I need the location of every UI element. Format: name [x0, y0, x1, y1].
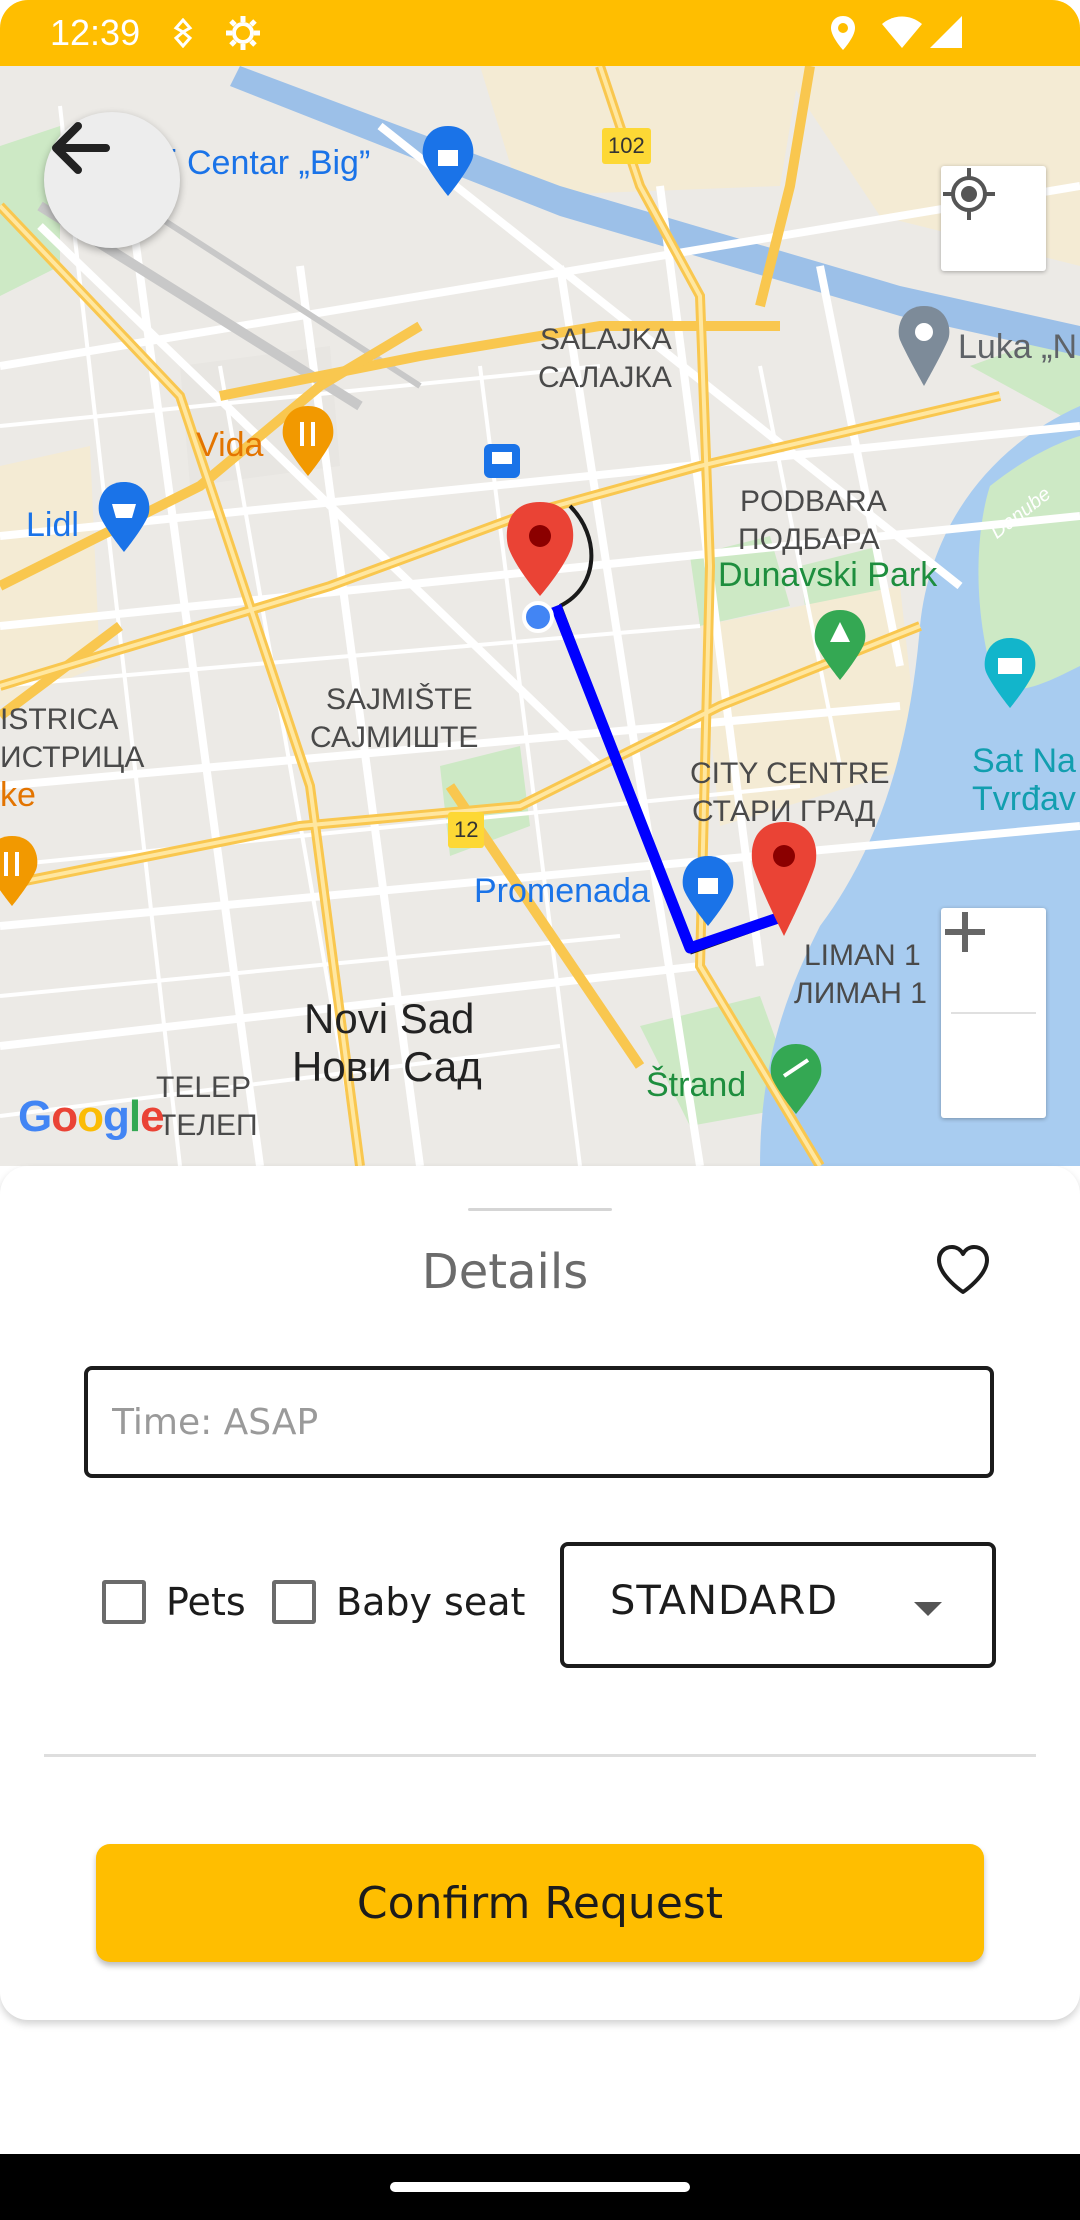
- map-label-ke: ke: [0, 776, 36, 814]
- my-location-button[interactable]: [941, 166, 1046, 271]
- map-label-novi-sad-cyr: Нови Сад: [292, 1043, 482, 1090]
- map-label-sajmiste-cyr: САЈМИШТЕ: [310, 721, 479, 754]
- map-label-liman-cyr: ЛИМАН 1: [794, 977, 927, 1010]
- road-sign-102: 102: [602, 128, 651, 164]
- zoom-controls: [941, 908, 1046, 1118]
- favorite-heart-icon[interactable]: [934, 1242, 992, 1300]
- system-nav-bar: [0, 2154, 1080, 2220]
- map-label-telep: TELEP: [156, 1071, 252, 1104]
- baby-seat-checkbox-group[interactable]: Baby seat: [272, 1580, 525, 1624]
- sheet-title: Details: [421, 1244, 589, 1300]
- drag-handle[interactable]: [468, 1208, 612, 1211]
- dropdown-arrow-icon: [914, 1602, 942, 1616]
- map-view[interactable]: i Centar „Big” Luka „N SALAJKA САЛАЈКА V…: [0, 66, 1080, 1166]
- confirm-request-button[interactable]: Confirm Request: [96, 1844, 984, 1962]
- status-time: 12:39: [50, 12, 141, 53]
- map-label-bistrica-cyr: ИСТРИЦА: [0, 741, 145, 774]
- map-label-tvrdjava: Tvrđav: [972, 780, 1076, 818]
- map-label-podbara-cyr: ПОДБАРА: [738, 523, 880, 556]
- pets-checkbox-group[interactable]: Pets: [102, 1580, 246, 1624]
- map-label-salajka-cyr: САЛАЈКА: [538, 361, 672, 394]
- status-bar: 12:39: [0, 0, 1080, 66]
- map-label-dunavski-park: Dunavski Park: [718, 556, 938, 594]
- google-attribution: Google: [18, 1092, 165, 1141]
- map-label-promenada: Promenada: [474, 872, 650, 910]
- minus-icon: [945, 929, 985, 935]
- train-station-icon: [484, 444, 520, 478]
- home-gesture-handle[interactable]: [390, 2182, 690, 2192]
- map-label-novi-sad: Novi Sad: [304, 995, 475, 1042]
- back-button[interactable]: [44, 112, 180, 248]
- map-label-podbara: PODBARA: [740, 485, 887, 518]
- map-label-liman: LIMAN 1: [804, 939, 921, 972]
- map-label-vida: Vida: [196, 426, 264, 464]
- map-label-salajka: SALAJKA: [540, 323, 672, 356]
- baby-seat-label: Baby seat: [336, 1580, 526, 1624]
- pets-label: Pets: [166, 1580, 246, 1624]
- vehicle-type-select[interactable]: STANDARD: [560, 1542, 996, 1668]
- map-label-sajmiste: SAJMIŠTE: [326, 683, 473, 716]
- activity-icon: [173, 18, 193, 48]
- pets-checkbox[interactable]: [102, 1580, 146, 1624]
- vehicle-type-value: STANDARD: [610, 1578, 839, 1624]
- map-label-luka: Luka „N: [958, 328, 1078, 366]
- map-label-strand: Štrand: [646, 1066, 747, 1104]
- arrow-left-icon: [52, 122, 110, 174]
- settings-icon: [226, 16, 260, 50]
- my-location-icon: [943, 168, 995, 220]
- map-label-sat-na: Sat Na: [972, 742, 1076, 780]
- map-label-city-centre-cyr: СТАРИ ГРАД: [692, 795, 876, 828]
- map-label-telep-cyr: ТЕЛЕП: [158, 1109, 258, 1142]
- signal-icon: [930, 16, 962, 48]
- map-label-big: i Centar „Big”: [170, 144, 371, 182]
- details-sheet: Details Pets Baby seat STANDARD Confirm …: [0, 1166, 1080, 2020]
- map-label-lidl: Lidl: [26, 506, 79, 544]
- divider: [44, 1754, 1036, 1757]
- map-label-bistrica: ISTRICA: [0, 703, 119, 736]
- location-icon: [831, 16, 855, 50]
- baby-seat-checkbox[interactable]: [272, 1580, 316, 1624]
- wifi-icon: [882, 16, 922, 48]
- time-input[interactable]: [84, 1366, 994, 1478]
- map-label-city-centre: CITY CENTRE: [690, 757, 890, 790]
- zoom-out-button[interactable]: [941, 929, 1046, 1118]
- road-sign-12: 12: [448, 812, 485, 848]
